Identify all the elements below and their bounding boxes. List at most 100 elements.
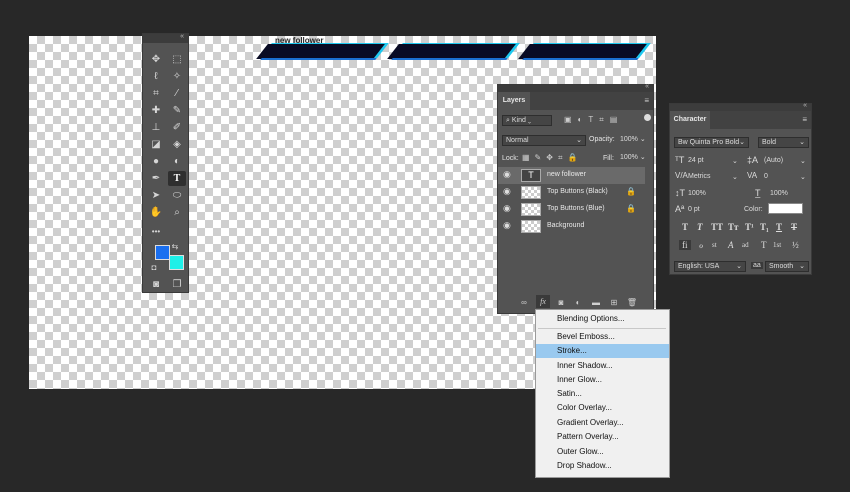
- menu-item-color-overlay[interactable]: Color Overlay...: [536, 401, 669, 415]
- pen-tool-icon[interactable]: ✒: [147, 171, 165, 186]
- foreground-color-swatch[interactable]: [155, 245, 170, 260]
- vertical-scale-field[interactable]: 100%: [688, 190, 706, 197]
- lasso-tool-icon[interactable]: ℓ: [147, 69, 165, 84]
- healing-brush-tool-icon[interactable]: ✚: [147, 103, 165, 118]
- adjustment-layer-icon[interactable]: ◐: [572, 298, 584, 308]
- button-shape-2: [387, 43, 520, 60]
- faux-italic-button[interactable]: T: [697, 222, 703, 232]
- zoom-tool-icon[interactable]: ⌕: [168, 205, 186, 220]
- ligatures-button[interactable]: fi: [679, 240, 691, 250]
- ellipse-tool-icon[interactable]: ⬭: [168, 188, 186, 203]
- tab-character[interactable]: Character: [670, 111, 710, 129]
- blend-mode-select[interactable]: Normal ⌄: [502, 135, 586, 146]
- chevron-down-icon[interactable]: ⌄: [732, 157, 738, 165]
- eraser-tool-icon[interactable]: ◪: [147, 137, 165, 152]
- blur-tool-icon[interactable]: ●: [147, 154, 165, 169]
- stylistic-alternates-button[interactable]: ad: [742, 241, 749, 249]
- move-tool-icon[interactable]: ✥: [147, 52, 165, 67]
- delete-layer-icon[interactable]: 🗑: [626, 298, 638, 308]
- add-layer-style-icon[interactable]: fx: [536, 295, 550, 308]
- eyedropper-tool-icon[interactable]: ⁄: [168, 86, 186, 101]
- menu-item-gradient-overlay[interactable]: Gradient Overlay...: [536, 416, 669, 430]
- leading-field[interactable]: (Auto): [764, 157, 783, 164]
- chevron-down-icon[interactable]: ⌄: [800, 173, 806, 181]
- hand-tool-icon[interactable]: ✋: [147, 205, 165, 220]
- layer-filter-select[interactable]: ⌕ Kind ⌄: [502, 115, 552, 126]
- chevron-down-icon[interactable]: ⌄: [732, 173, 738, 181]
- ordinals-button[interactable]: 1st: [773, 241, 781, 249]
- layer-row[interactable]: ◉ Top Buttons (Black) 🔒: [498, 184, 645, 201]
- layer-row[interactable]: ◉ Top Buttons (Blue) 🔒: [498, 201, 645, 218]
- fractions-button[interactable]: ½: [792, 240, 799, 250]
- menu-item-stroke[interactable]: Stroke...: [536, 344, 669, 358]
- strikethrough-button[interactable]: T: [791, 222, 797, 232]
- opacity-field[interactable]: 100% ⌄: [617, 135, 649, 146]
- swash-button[interactable]: A: [728, 240, 734, 250]
- type-tool-icon[interactable]: T: [168, 171, 186, 186]
- font-style-select[interactable]: Bold ⌄: [758, 137, 809, 148]
- quick-mask-icon[interactable]: ◙: [147, 277, 165, 292]
- baseline-shift-field[interactable]: 0 pt: [688, 206, 700, 213]
- chevron-down-icon[interactable]: ⌄: [800, 157, 806, 165]
- menu-item-inner-shadow[interactable]: Inner Shadow...: [536, 359, 669, 373]
- language-select[interactable]: English: USA ⌄: [674, 261, 746, 272]
- kerning-field[interactable]: Metrics: [688, 173, 711, 180]
- text-color-swatch[interactable]: [768, 203, 803, 214]
- swap-colors-icon[interactable]: ⇆: [170, 239, 180, 254]
- menu-item-satin[interactable]: Satin...: [536, 387, 669, 401]
- menu-item-bevel-emboss[interactable]: Bevel Emboss...: [536, 330, 669, 344]
- discretionary-ligatures-button[interactable]: st: [712, 241, 717, 249]
- marquee-tool-icon[interactable]: ⬚: [168, 52, 186, 67]
- menu-item-inner-glow[interactable]: Inner Glow...: [536, 373, 669, 387]
- menu-item-blending-options[interactable]: Blending Options...: [536, 312, 669, 326]
- superscript-button[interactable]: T¹: [745, 222, 754, 232]
- panel-menu-icon[interactable]: ≡: [802, 115, 807, 124]
- titling-alternates-button[interactable]: T: [761, 240, 767, 250]
- panel-menu-icon[interactable]: ≡: [644, 96, 649, 105]
- subscript-button[interactable]: T₁: [760, 222, 769, 232]
- collapse-icon[interactable]: «: [645, 83, 649, 90]
- tracking-field[interactable]: 0: [764, 173, 768, 180]
- new-layer-icon[interactable]: ⊞: [608, 298, 620, 308]
- dodge-tool-icon[interactable]: ◐: [168, 154, 186, 169]
- collapse-icon[interactable]: «: [180, 33, 184, 40]
- clone-stamp-tool-icon[interactable]: ⊥: [147, 120, 165, 135]
- font-family-select[interactable]: Bw Quinta Pro Bold ⌄: [674, 137, 749, 148]
- font-size-field[interactable]: 24 pt: [688, 157, 704, 164]
- crop-tool-icon[interactable]: ⌗: [147, 86, 165, 101]
- small-caps-button[interactable]: Tт: [728, 222, 738, 232]
- collapse-icon[interactable]: «: [803, 102, 807, 109]
- faux-bold-button[interactable]: T: [682, 222, 688, 232]
- path-selection-tool-icon[interactable]: ➤: [147, 188, 165, 203]
- fill-field[interactable]: 100% ⌄: [617, 153, 649, 164]
- horizontal-scale-field[interactable]: 100%: [770, 190, 788, 197]
- lock-icons[interactable]: ▦✎✥⌗🔒: [522, 153, 582, 163]
- menu-item-outer-glow[interactable]: Outer Glow...: [536, 445, 669, 459]
- screen-mode-icon[interactable]: ❐: [168, 277, 186, 292]
- menu-item-drop-shadow[interactable]: Drop Shadow...: [536, 459, 669, 473]
- filter-toggle-icon[interactable]: [644, 114, 651, 121]
- underline-button[interactable]: T: [776, 222, 782, 232]
- new-group-icon[interactable]: ▬: [590, 298, 602, 308]
- tab-layers[interactable]: Layers: [498, 92, 530, 110]
- background-color-swatch[interactable]: [169, 255, 184, 270]
- all-caps-button[interactable]: TT: [711, 222, 723, 232]
- add-mask-icon[interactable]: ◙: [555, 298, 567, 308]
- layer-row[interactable]: ◉ Background: [498, 218, 645, 235]
- anti-alias-select[interactable]: Smooth ⌄: [765, 261, 809, 272]
- visibility-eye-icon[interactable]: ◉: [503, 203, 511, 214]
- filter-icons[interactable]: ▣◐T⌗▤: [564, 115, 623, 125]
- link-layers-icon[interactable]: ∞: [518, 298, 530, 308]
- visibility-eye-icon[interactable]: ◉: [503, 186, 511, 197]
- layer-row[interactable]: ◉ T new follower: [498, 167, 645, 184]
- magic-wand-tool-icon[interactable]: ✧: [168, 69, 186, 84]
- more-tools-icon[interactable]: •••: [147, 224, 165, 239]
- menu-item-pattern-overlay[interactable]: Pattern Overlay...: [536, 430, 669, 444]
- visibility-eye-icon[interactable]: ◉: [503, 220, 511, 231]
- contextual-alternates-button[interactable]: ℴ: [699, 240, 703, 251]
- paint-bucket-tool-icon[interactable]: ◈: [168, 137, 186, 152]
- history-brush-tool-icon[interactable]: ✐: [168, 120, 186, 135]
- default-colors-icon[interactable]: ◘: [149, 260, 159, 275]
- visibility-eye-icon[interactable]: ◉: [503, 169, 511, 180]
- brush-tool-icon[interactable]: ✎: [168, 103, 186, 118]
